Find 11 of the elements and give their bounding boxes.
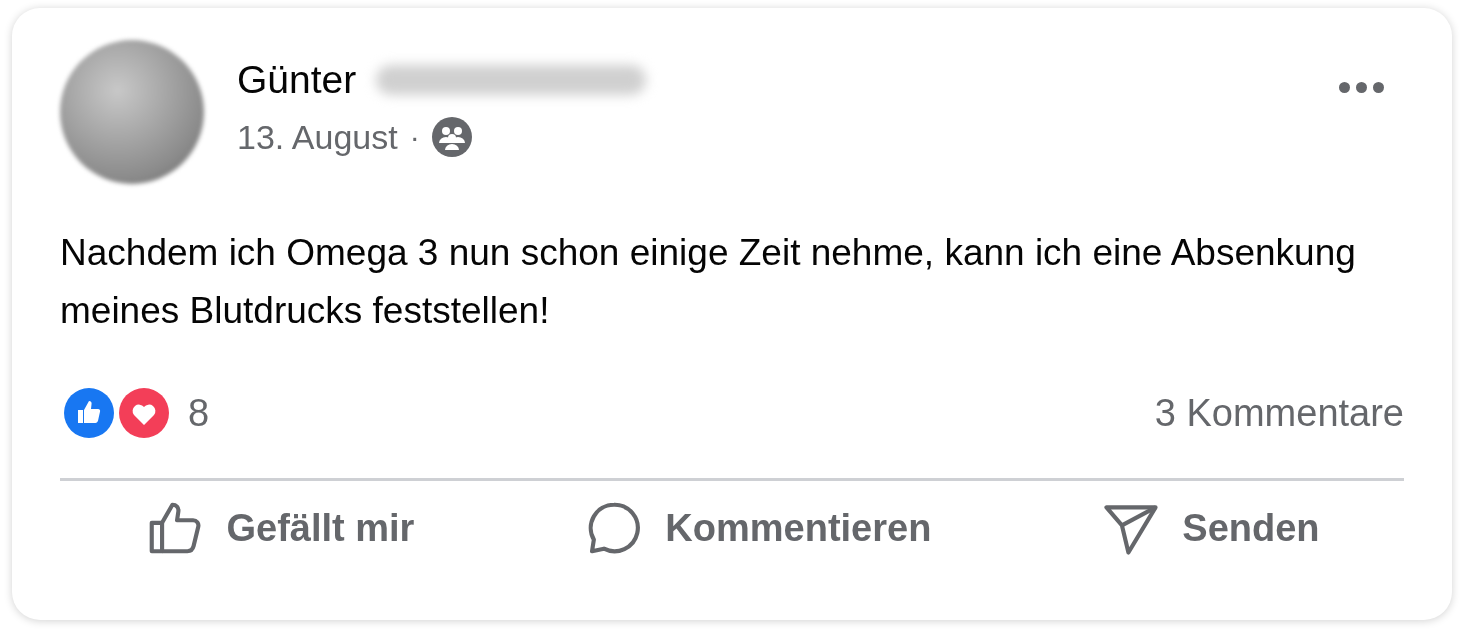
reaction-count[interactable]: 8 xyxy=(188,384,210,442)
post-date[interactable]: 13. August xyxy=(237,120,398,154)
friends-icon xyxy=(431,117,472,157)
post-text: Nachdem ich Omega 3 nun schon einige Zeit nehme, kann ich eine Absenkung meines Blutdrucks feststellen! xyxy=(60,231,1357,333)
author-name[interactable]: Günter xyxy=(237,60,357,99)
action-button[interactable]: Kommentieren xyxy=(573,491,942,565)
action-button[interactable]: Senden xyxy=(1090,491,1330,565)
action-button[interactable]: Gefällt mir xyxy=(134,491,425,565)
more-options-icon[interactable] xyxy=(1339,82,1384,93)
separator: · xyxy=(409,122,420,152)
comment-count[interactable]: 3 Kommentare xyxy=(1154,384,1404,442)
